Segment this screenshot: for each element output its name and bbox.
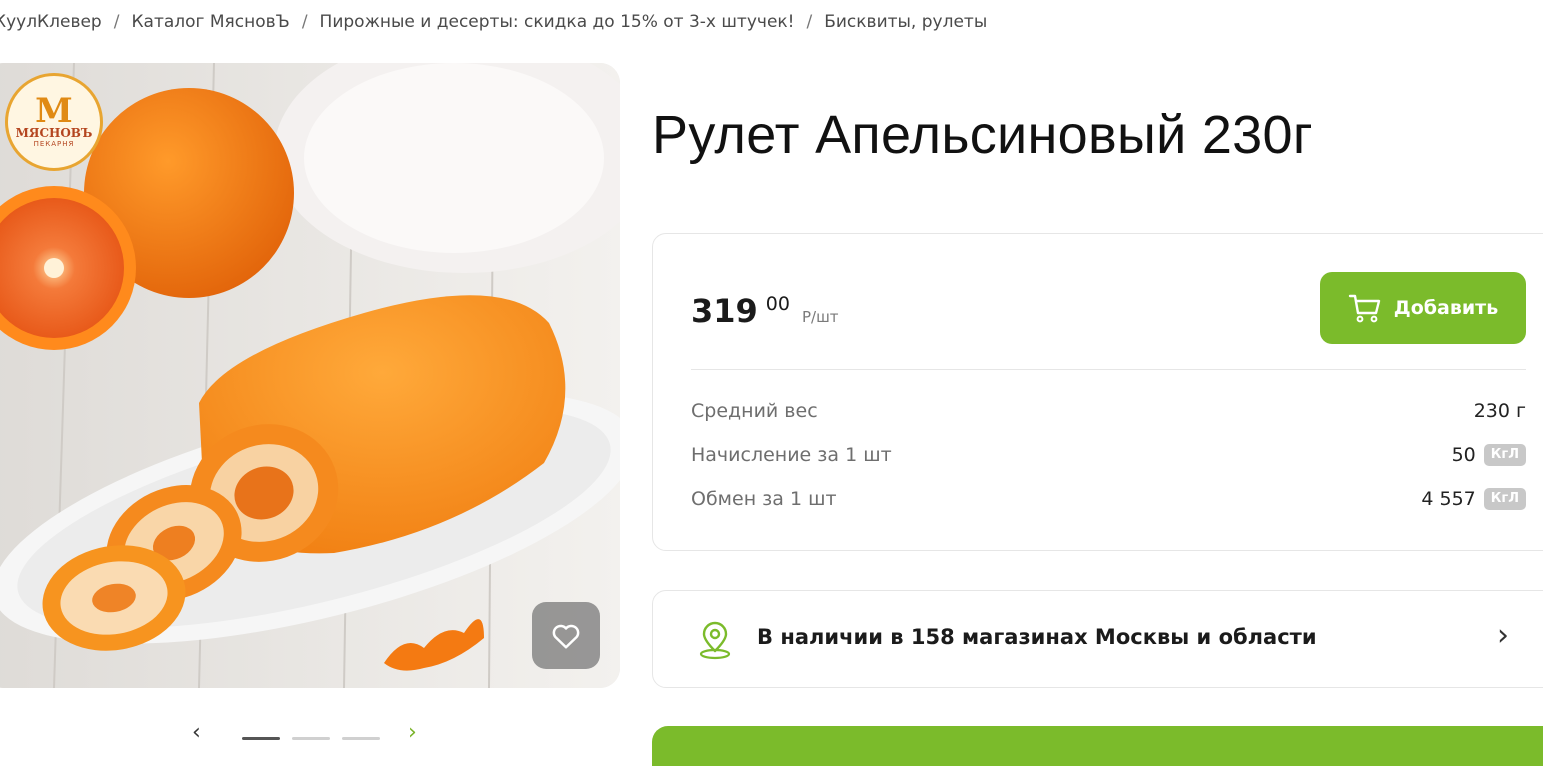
breadcrumb-item-rolls[interactable]: Бисквиты, рулеты [824,12,987,32]
carousel-prev-icon[interactable]: ‹ [192,722,201,744]
detail-label: Средний вес [691,400,818,422]
breadcrumb: КуулКлевер / Каталог МясновЪ / Пирожные … [0,12,987,32]
availability-link[interactable]: В наличии в 158 магазинах Москвы и облас… [652,590,1543,688]
product-photo-illustration [0,63,620,688]
price-card: 319 00 Р/шт Добавить Средний вес 230 г Н… [652,233,1543,551]
detail-value-text: 230 г [1473,400,1526,422]
breadcrumb-separator: / [301,12,308,32]
product-photo[interactable] [0,63,620,688]
points-badge: КгЛ [1483,488,1526,510]
detail-value: 50 КгЛ [1452,444,1526,466]
price-kopecks: 00 [765,293,790,315]
detail-row-exchange: Обмен за 1 шт 4 557 КгЛ [691,484,1526,514]
breadcrumb-separator: / [113,12,120,32]
brand-logo-name: МЯСНОВЪ [15,125,93,140]
action-bar[interactable] [652,726,1543,766]
add-to-cart-button[interactable]: Добавить [1320,272,1526,344]
carousel-dot[interactable] [292,737,330,740]
price: 319 00 Р/шт [691,292,839,330]
carousel-pager: ‹ › [180,722,440,746]
carousel-next-icon[interactable]: › [408,722,417,744]
product-title: Рулет Апельсиновый 230г [652,105,1313,165]
detail-row-accrual: Начисление за 1 шт 50 КгЛ [691,440,1526,470]
map-pin-icon [699,621,731,660]
availability-text: В наличии в 158 магазинах Москвы и облас… [757,625,1317,649]
price-unit: Р/шт [801,308,839,326]
heart-icon [552,624,580,648]
detail-value-text: 50 [1451,444,1476,466]
breadcrumb-item-catalog[interactable]: Каталог МясновЪ [131,12,289,32]
detail-value-text: 4 557 [1421,488,1476,510]
chevron-right-icon: › [1497,618,1509,653]
breadcrumb-separator: / [806,12,813,32]
carousel-dot[interactable] [242,737,280,740]
detail-label: Начисление за 1 шт [691,444,892,466]
add-to-cart-label: Добавить [1393,297,1499,319]
detail-label: Обмен за 1 шт [691,488,837,510]
brand-logo-letter: М [35,90,73,131]
brand-logo-sub: ПЕКАРНЯ [33,139,75,148]
breadcrumb-item-home[interactable]: КуулКлевер [0,12,102,32]
divider [691,369,1526,370]
brand-logo: М МЯСНОВЪ ПЕКАРНЯ [5,73,103,171]
cart-icon [1348,294,1380,323]
favorite-button[interactable] [532,602,600,669]
breadcrumb-item-desserts[interactable]: Пирожные и десерты: скидка до 15% от 3-х… [320,12,795,32]
detail-row-weight: Средний вес 230 г [691,396,1526,426]
detail-value: 4 557 КгЛ [1421,488,1526,510]
detail-value: 230 г [1474,400,1526,422]
carousel-dot[interactable] [342,737,380,740]
price-rubles: 319 [691,292,758,330]
points-badge: КгЛ [1483,444,1526,466]
